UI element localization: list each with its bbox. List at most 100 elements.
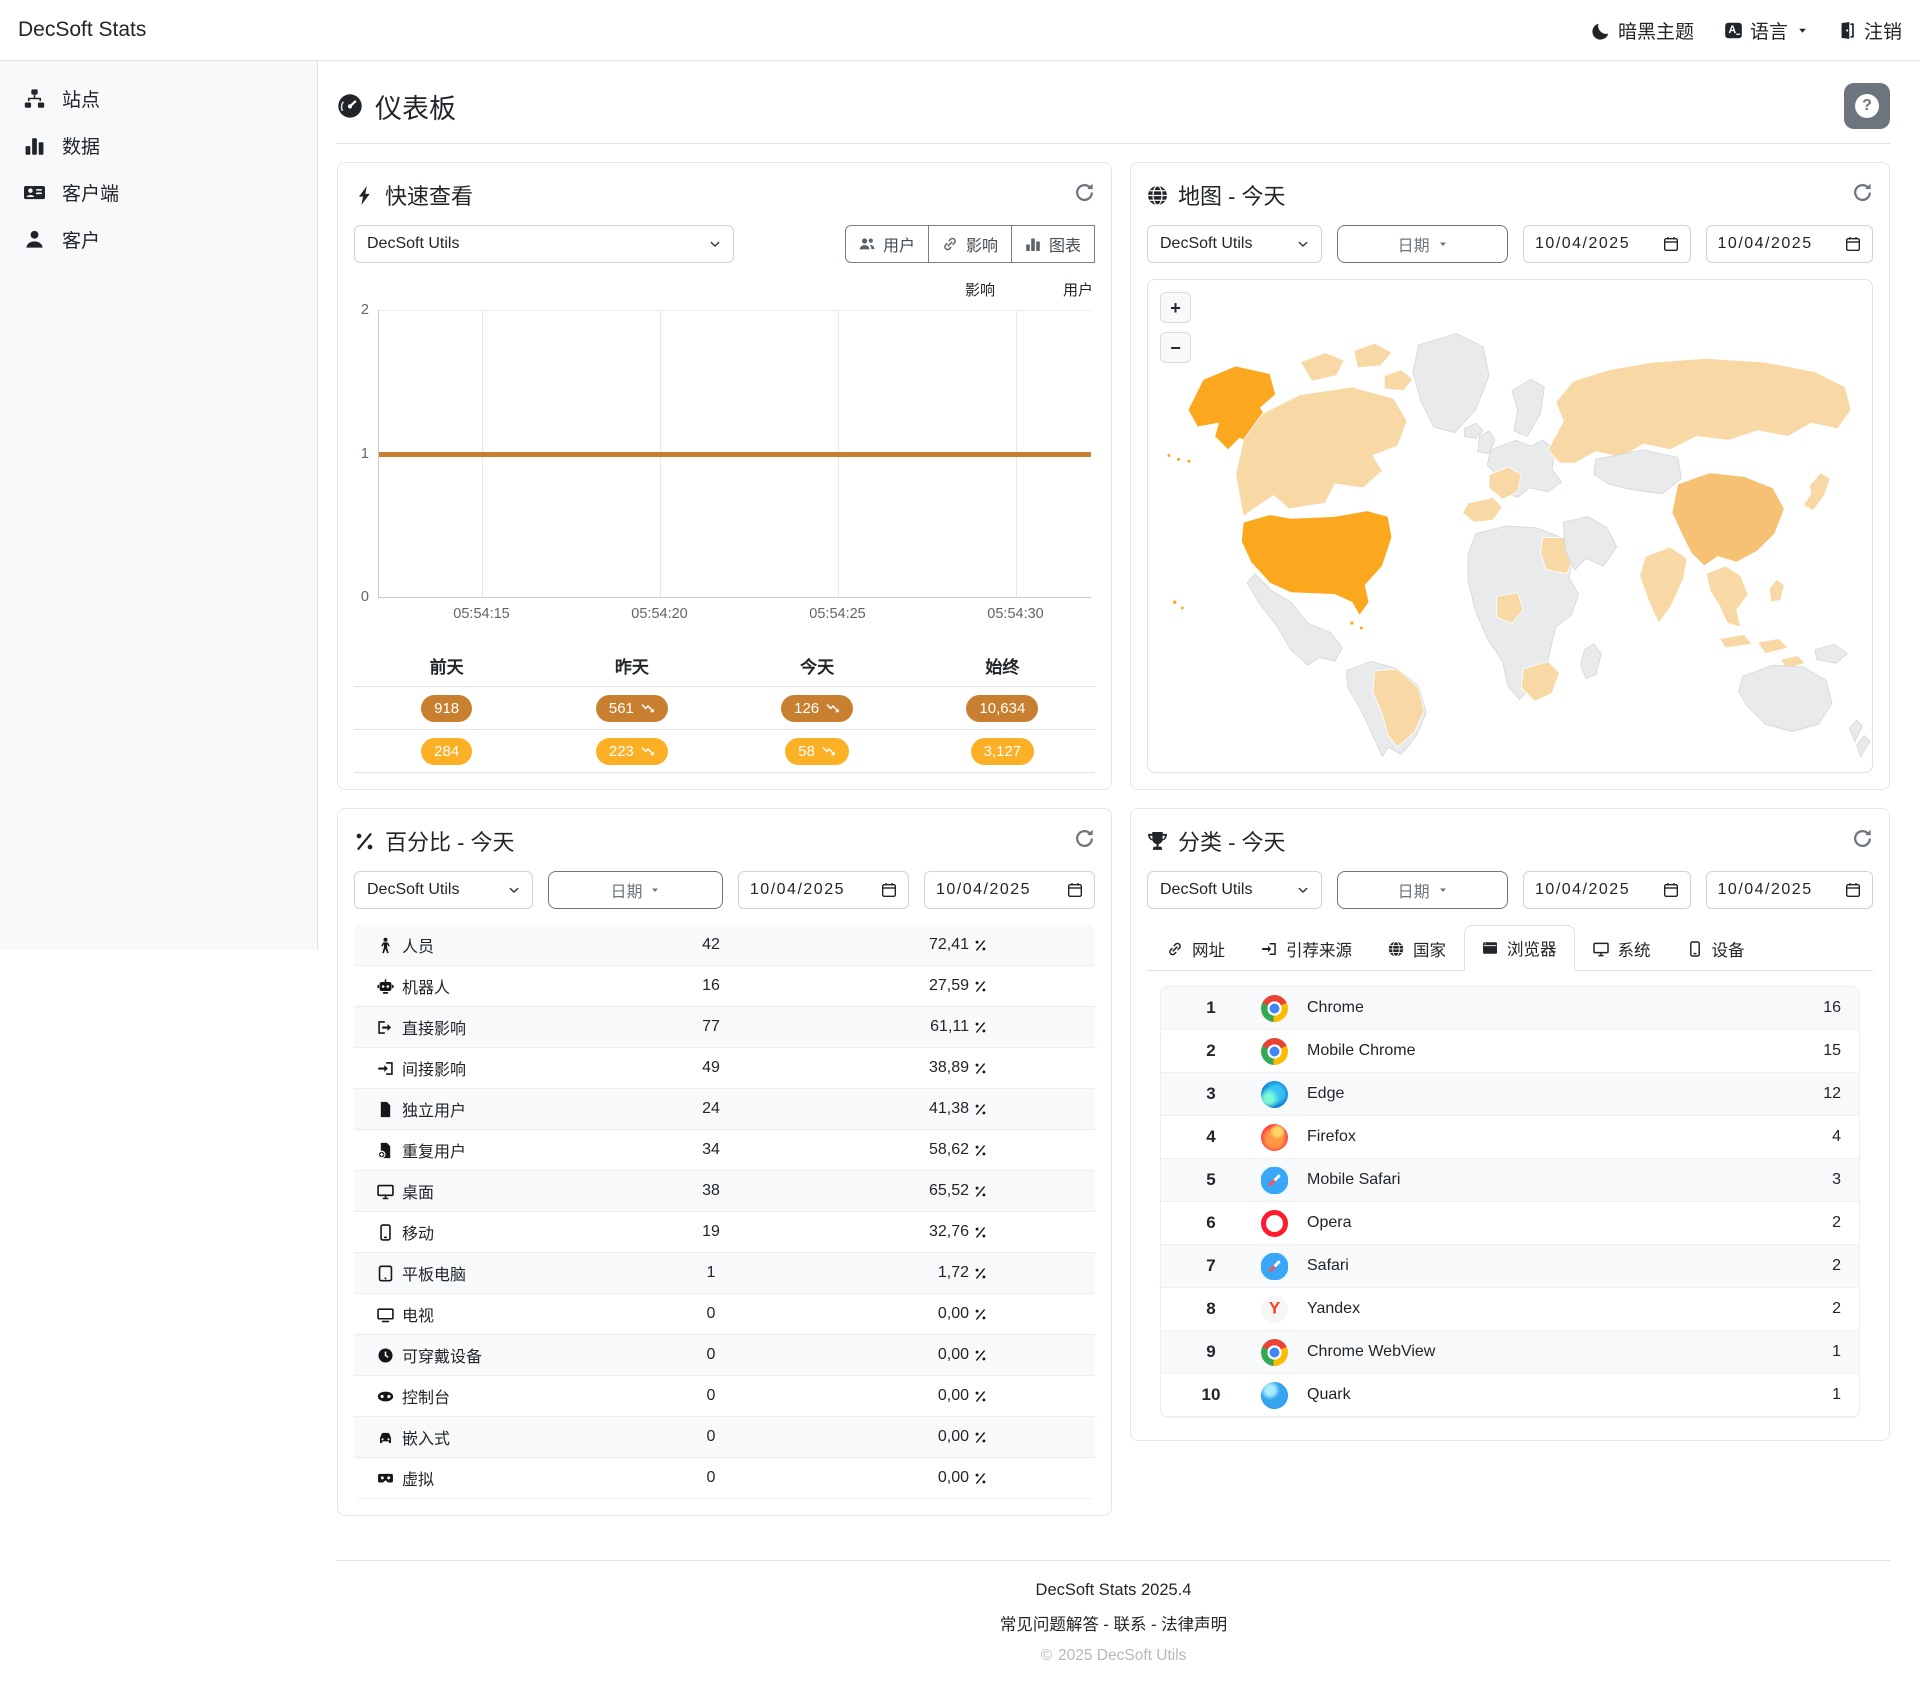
sidebar-item[interactable]: 站点 xyxy=(0,75,317,122)
date-to-input[interactable]: 10/04/2025 xyxy=(1706,871,1874,909)
y-axis-tick: 1 xyxy=(361,446,369,462)
rank-number: 10 xyxy=(1161,1385,1261,1405)
category-tab[interactable]: 网址 xyxy=(1149,925,1243,971)
percent-table-row: 电视 0 0,00 xyxy=(354,1294,1095,1335)
logout-button[interactable]: 注销 xyxy=(1838,17,1902,44)
rank-number: 3 xyxy=(1161,1084,1261,1104)
logout-label: 注销 xyxy=(1864,17,1902,44)
site-select[interactable]: DecSoft Utils xyxy=(1147,225,1322,263)
metric-value: 0 xyxy=(631,1428,791,1446)
sidebar-item-label: 客户端 xyxy=(62,179,119,206)
category-tab[interactable]: 引荐来源 xyxy=(1243,925,1370,971)
percent-icon xyxy=(974,1472,987,1485)
map-zoom-out-button[interactable]: − xyxy=(1160,332,1191,363)
percent-icon xyxy=(974,980,987,993)
refresh-icon xyxy=(1074,182,1095,203)
category-tab-icon xyxy=(1482,940,1498,956)
site-select[interactable]: DecSoft Utils xyxy=(1147,871,1322,909)
date-from-input[interactable]: 10/04/2025 xyxy=(738,871,909,909)
refresh-button[interactable] xyxy=(1852,182,1873,209)
metric-icon xyxy=(368,1347,402,1364)
legend-swatch xyxy=(915,282,957,298)
stats-header-cell: 昨天 xyxy=(539,644,724,686)
metric-icon xyxy=(368,1388,402,1405)
category-tab[interactable]: 浏览器 xyxy=(1464,925,1575,971)
contact-link[interactable]: 联系 xyxy=(1114,1616,1147,1634)
copyright-icon: © xyxy=(1041,1647,1052,1665)
calendar-icon xyxy=(1663,882,1679,898)
users-badge: 223 xyxy=(596,738,668,765)
topbar-actions: 暗黑主题 语言 注销 xyxy=(1592,17,1902,44)
refresh-button[interactable] xyxy=(1074,182,1095,209)
sidebar-item[interactable]: 客户 xyxy=(0,216,317,263)
view-toggle-button[interactable]: 影响 xyxy=(928,225,1012,263)
browser-icon xyxy=(1261,1296,1288,1323)
map-zoom-in-button[interactable]: + xyxy=(1160,292,1191,323)
category-tab[interactable]: 国家 xyxy=(1370,925,1464,971)
refresh-button[interactable] xyxy=(1852,828,1873,855)
legal-link[interactable]: 法律声明 xyxy=(1161,1616,1227,1634)
percent-icon xyxy=(974,1144,987,1157)
metric-icon xyxy=(368,1183,402,1200)
metric-icon xyxy=(368,1019,402,1036)
date-from-input[interactable]: 10/04/2025 xyxy=(1523,225,1691,263)
category-tab[interactable]: 系统 xyxy=(1575,925,1669,971)
topbar: DecSoft Stats 暗黑主题 语言 注销 xyxy=(0,0,1920,61)
page-title-label: 仪表板 xyxy=(375,87,456,126)
view-toggle-button[interactable]: 图表 xyxy=(1011,225,1095,263)
calendar-icon xyxy=(1067,882,1083,898)
date-range-button[interactable]: 日期 xyxy=(1337,225,1508,263)
site-select[interactable]: DecSoft Utils xyxy=(354,225,734,263)
map-card-title: 地图 - 今天 xyxy=(1147,179,1286,211)
y-axis-tick: 2 xyxy=(361,302,369,318)
rank-number: 1 xyxy=(1161,998,1261,1018)
metric-icon xyxy=(368,1470,402,1487)
percent-table-row: 桌面 38 65,52 xyxy=(354,1171,1095,1212)
browser-ranking-row: 5 Mobile Safari 3 xyxy=(1161,1159,1859,1202)
gridline xyxy=(379,310,1091,311)
sidebar-item-icon xyxy=(22,182,46,203)
view-toggle-button[interactable]: 用户 xyxy=(845,225,929,263)
sidebar-item[interactable]: 数据 xyxy=(0,122,317,169)
metric-value: 24 xyxy=(631,1100,791,1118)
date-to-input[interactable]: 10/04/2025 xyxy=(924,871,1095,909)
metric-percent: 72,41 xyxy=(791,936,1021,954)
language-menu[interactable]: 语言 xyxy=(1724,17,1808,44)
metric-percent: 0,00 xyxy=(791,1469,1021,1487)
percent-icon xyxy=(974,1103,987,1116)
caret-down-icon xyxy=(650,885,660,895)
percent-icon xyxy=(974,1021,987,1034)
users-badge: 58 xyxy=(785,738,849,765)
metric-icon xyxy=(368,1060,402,1077)
map-region-asia xyxy=(1548,358,1851,669)
metric-icon xyxy=(368,1101,402,1118)
help-button[interactable]: ? xyxy=(1844,83,1890,129)
rank-number: 4 xyxy=(1161,1127,1261,1147)
category-tab-icon xyxy=(1388,941,1404,957)
category-tab-icon xyxy=(1687,941,1703,957)
line-chart: 05:54:15 05:54:20 05:54:25 xyxy=(378,310,1091,598)
date-range-button[interactable]: 日期 xyxy=(1337,871,1508,909)
sidebar-item[interactable]: 客户端 xyxy=(0,169,317,216)
date-to-input[interactable]: 10/04/2025 xyxy=(1706,225,1874,263)
sidebar: 站点 数据 客户端 客户 xyxy=(0,61,318,950)
faq-link[interactable]: 常见问题解答 xyxy=(1000,1616,1099,1634)
category-tab[interactable]: 设备 xyxy=(1669,925,1763,971)
logout-icon xyxy=(1838,21,1857,40)
question-icon: ? xyxy=(1855,94,1879,118)
x-axis-tick: 05:54:25 xyxy=(809,606,865,622)
users-badge: 284 xyxy=(421,738,472,765)
metric-percent: 0,00 xyxy=(791,1305,1021,1323)
date-range-button[interactable]: 日期 xyxy=(548,871,723,909)
metric-percent: 0,00 xyxy=(791,1346,1021,1364)
world-map: + − xyxy=(1147,279,1873,773)
refresh-button[interactable] xyxy=(1074,828,1095,855)
browser-ranking-row: 2 Mobile Chrome 15 xyxy=(1161,1030,1859,1073)
browser-ranking-row: 4 Firefox 4 xyxy=(1161,1116,1859,1159)
metric-percent: 32,76 xyxy=(791,1223,1021,1241)
site-select[interactable]: DecSoft Utils xyxy=(354,871,533,909)
date-from-input[interactable]: 10/04/2025 xyxy=(1523,871,1691,909)
dark-theme-toggle[interactable]: 暗黑主题 xyxy=(1592,17,1694,44)
moon-icon xyxy=(1592,21,1611,40)
metric-label: 人员 xyxy=(402,933,631,957)
